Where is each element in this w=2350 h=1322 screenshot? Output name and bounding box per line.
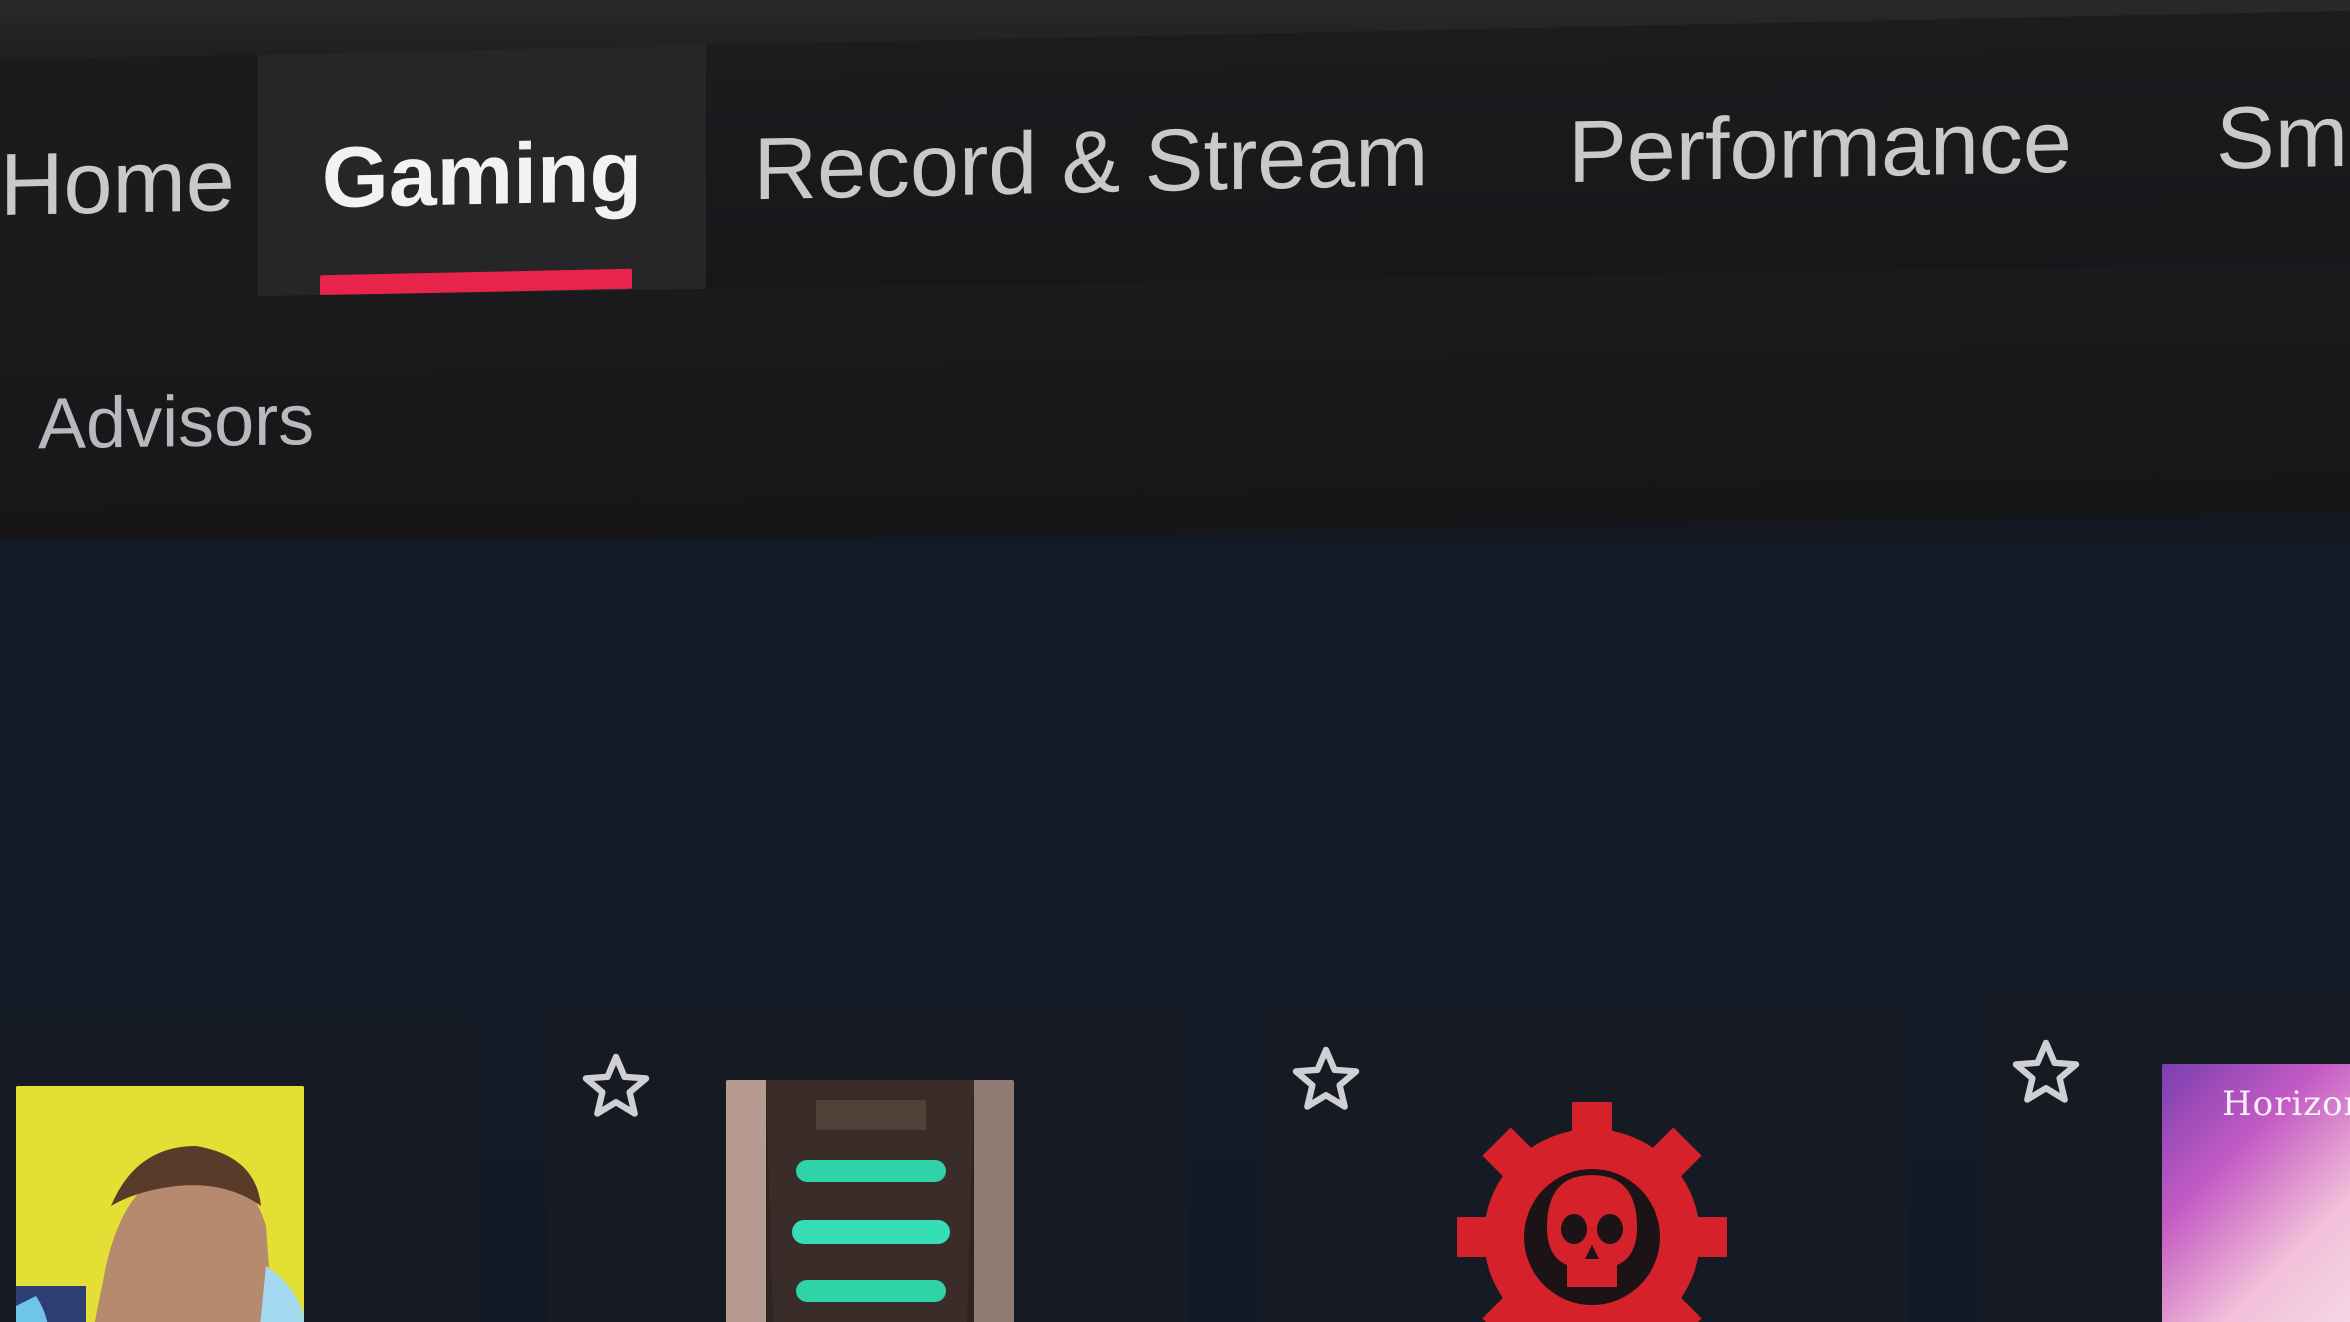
tab-gaming[interactable]: Gaming bbox=[258, 45, 706, 305]
game-cover-gears-of-war bbox=[1448, 1087, 1736, 1322]
main-nav: Home Gaming Record & Stream Performance … bbox=[0, 10, 2350, 311]
sub-nav-advisors-label: Advisors bbox=[38, 380, 315, 465]
tab-record-stream[interactable]: Record & Stream bbox=[706, 29, 1476, 295]
game-cover-cyberpunk bbox=[16, 1086, 304, 1322]
crimson-omen-skull-icon bbox=[1457, 1102, 1727, 1322]
game-card-gears-of-war[interactable] bbox=[1258, 1003, 1908, 1322]
game-card-dead-space[interactable] bbox=[548, 1010, 1188, 1322]
game-card-cyberpunk[interactable] bbox=[0, 1016, 478, 1322]
tab-home[interactable]: Home bbox=[0, 53, 300, 311]
sub-nav: Advisors bbox=[0, 263, 2350, 550]
tab-performance[interactable]: Performance bbox=[1520, 16, 2120, 279]
favorite-star-icon[interactable] bbox=[2008, 1034, 2084, 1110]
game-cover-dead-space bbox=[726, 1080, 1014, 1322]
sub-nav-advisors[interactable]: Advisors bbox=[38, 295, 314, 549]
game-card-horizon[interactable]: Horizon bbox=[1978, 996, 2350, 1322]
app-window: Home Gaming Record & Stream Performance … bbox=[0, 0, 2350, 1322]
tab-performance-label: Performance bbox=[1568, 91, 2072, 202]
tab-record-stream-label: Record & Stream bbox=[753, 105, 1429, 219]
favorite-star-icon[interactable] bbox=[1288, 1041, 1364, 1117]
favorite-star-icon[interactable] bbox=[578, 1048, 654, 1124]
horizon-cover-text: Horizon bbox=[2222, 1084, 2350, 1124]
tab-home-label: Home bbox=[0, 130, 235, 234]
tab-smart[interactable]: Smart bbox=[2210, 7, 2350, 263]
game-cover-horizon: Horizon bbox=[2162, 1064, 2350, 1322]
tab-gaming-label: Gaming bbox=[321, 123, 643, 227]
tab-smart-label: Smart bbox=[2216, 83, 2350, 188]
